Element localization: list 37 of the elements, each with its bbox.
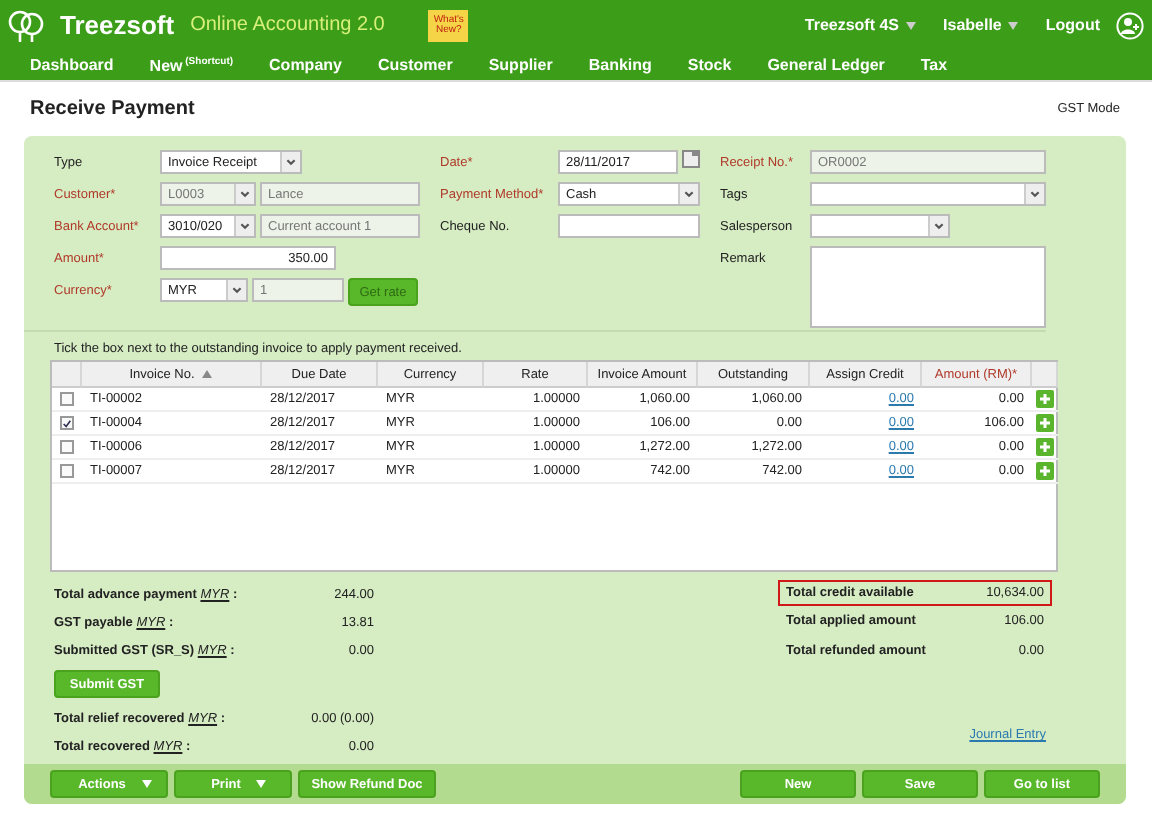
nav-item[interactable]: Customer bbox=[377, 56, 453, 74]
product-name: Online Accounting 2.0 bbox=[190, 14, 385, 36]
brand-name: Treezsoft bbox=[60, 10, 175, 40]
column-header bbox=[1032, 362, 1058, 388]
add-icon[interactable] bbox=[1036, 438, 1054, 456]
row-checkbox[interactable] bbox=[60, 416, 74, 430]
nav-item[interactable]: Dashboard bbox=[30, 56, 114, 74]
text-field[interactable] bbox=[558, 214, 700, 238]
caret-icon[interactable] bbox=[141, 780, 152, 788]
add-icon[interactable] bbox=[1036, 462, 1054, 480]
caret-icon[interactable] bbox=[905, 21, 916, 29]
top-menu-item[interactable]: Logout bbox=[1045, 16, 1100, 34]
nav-item[interactable]: Company bbox=[269, 56, 342, 74]
add-icon[interactable] bbox=[1036, 390, 1054, 408]
calendar-icon[interactable] bbox=[682, 150, 700, 168]
add-user-icon[interactable] bbox=[1116, 11, 1144, 39]
select-field[interactable] bbox=[810, 214, 950, 238]
nav-item[interactable]: General Ledger bbox=[767, 56, 885, 74]
sort-icon[interactable] bbox=[202, 370, 213, 378]
caret-icon[interactable] bbox=[256, 780, 267, 788]
row-checkbox[interactable] bbox=[60, 440, 74, 454]
top-menu-item[interactable]: Isabelle bbox=[943, 16, 1018, 34]
caret-icon[interactable] bbox=[1007, 21, 1018, 29]
trees-logo-icon bbox=[8, 9, 44, 41]
top-menu-item[interactable]: Treezsoft 4S bbox=[804, 16, 916, 34]
add-icon[interactable] bbox=[1036, 414, 1054, 432]
row-checkbox[interactable] bbox=[60, 464, 74, 478]
nav-item[interactable]: Supplier bbox=[488, 56, 553, 74]
column-header bbox=[52, 362, 82, 388]
page-title: Receive Payment bbox=[30, 98, 195, 120]
row-checkbox[interactable] bbox=[60, 392, 74, 406]
nav-item[interactable]: New $^{(Shortcut)}$ bbox=[149, 55, 234, 75]
nav-item[interactable]: Banking bbox=[588, 56, 652, 74]
nav-item[interactable]: Tax bbox=[920, 56, 948, 74]
remark-field[interactable] bbox=[810, 246, 1046, 328]
select-field[interactable] bbox=[810, 182, 1046, 206]
nav-item[interactable]: Stock bbox=[687, 56, 732, 74]
